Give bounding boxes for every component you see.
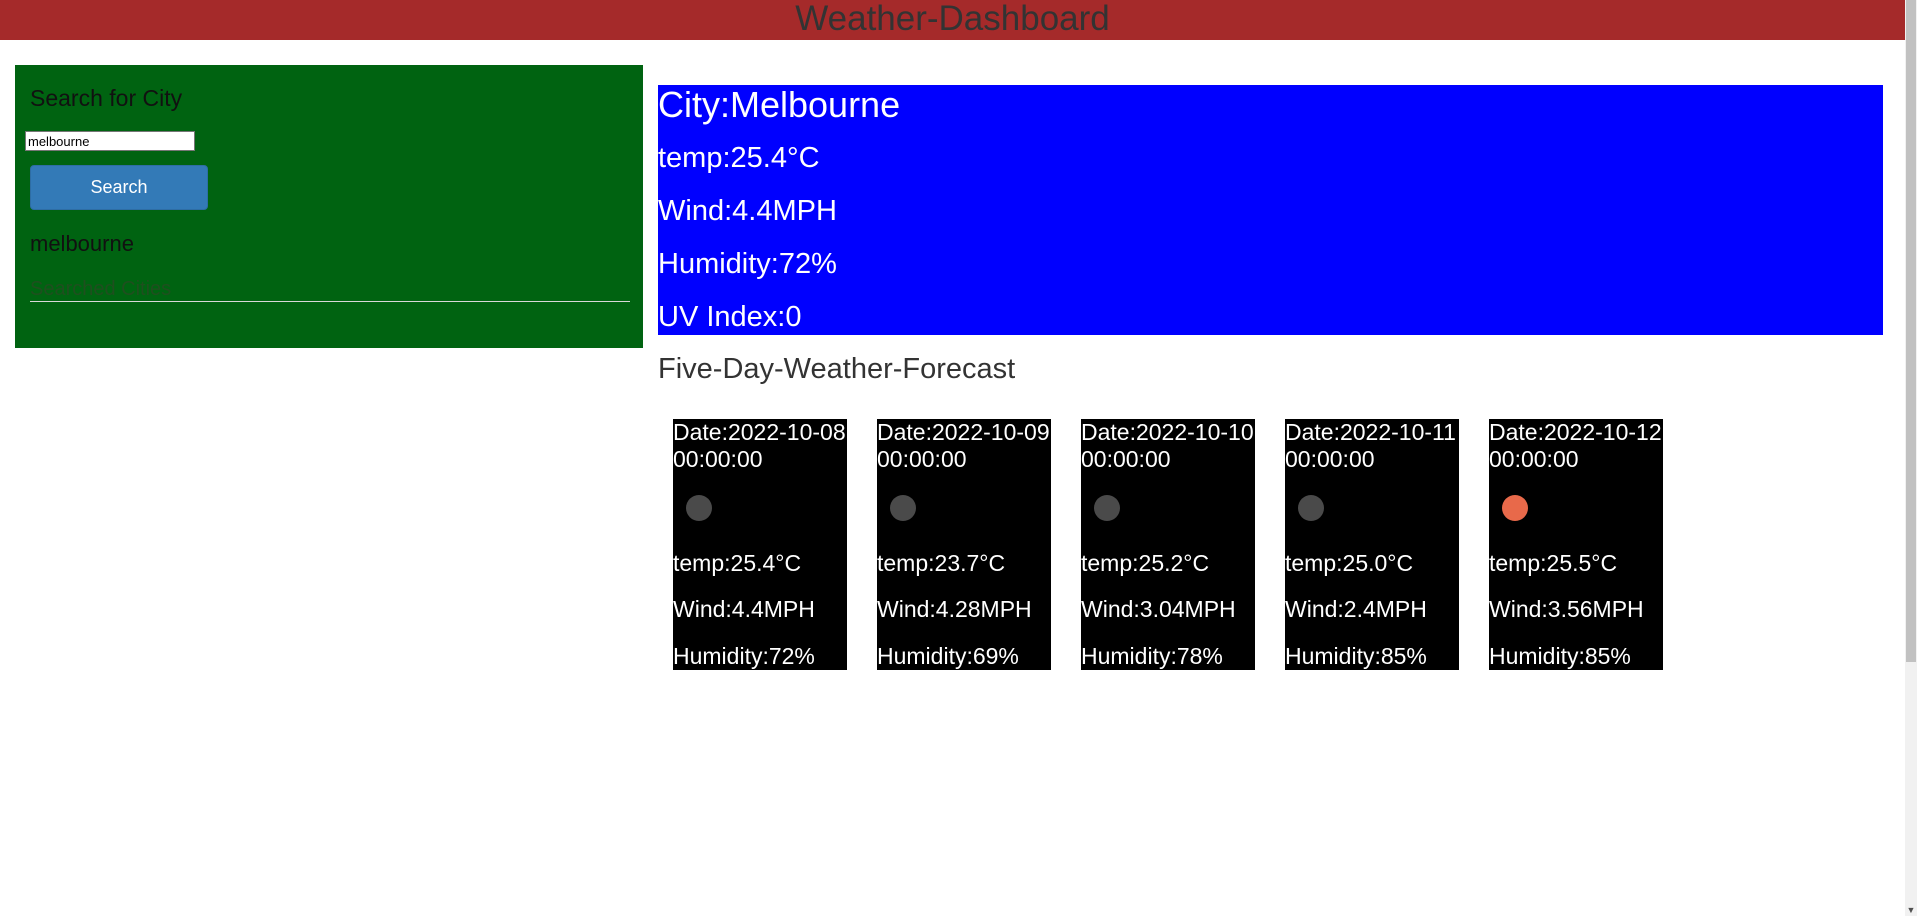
search-panel: Search for City Search melbourne Searche… — [15, 65, 643, 348]
forecast-date: Date:2022-10-12 00:00:00 — [1489, 419, 1662, 472]
forecast-humidity: Humidity:69% — [877, 643, 1019, 669]
forecast-humidity: Humidity:85% — [1285, 643, 1427, 669]
forecast-wind: Wind:3.04MPH — [1081, 596, 1236, 622]
forecast-temp: temp:25.4°C — [673, 550, 802, 576]
cloud-icon — [1298, 495, 1324, 521]
city-search-input[interactable] — [25, 131, 195, 151]
forecast-card: Date:2022-10-09 00:00:00 temp:23.7°C Win… — [877, 419, 1051, 670]
forecast-wind: Wind:4.4MPH — [673, 596, 815, 622]
forecast-card: Date:2022-10-08 00:00:00 temp:25.4°C Win… — [673, 419, 847, 670]
forecast-temp: temp:25.2°C — [1081, 550, 1210, 576]
forecast-card: Date:2022-10-11 00:00:00 temp:25.0°C Win… — [1285, 419, 1459, 670]
forecast-temp: temp:23.7°C — [877, 550, 1006, 576]
scrollbar-thumb[interactable] — [1906, 0, 1916, 662]
vertical-scrollbar[interactable]: ▼ — [1905, 0, 1917, 916]
forecast-title: Five-Day-Weather-Forecast — [658, 353, 1016, 385]
app-header: Weather-Dashboard — [0, 0, 1905, 40]
searched-cities-field: Searched Cities — [30, 277, 630, 302]
forecast-card: Date:2022-10-12 00:00:00 temp:25.5°C Win… — [1489, 419, 1663, 670]
forecast-card: Date:2022-10-10 00:00:00 temp:25.2°C Win… — [1081, 419, 1255, 670]
page: Weather-Dashboard Search for City Search… — [0, 0, 1917, 916]
cloud-icon — [1094, 495, 1120, 521]
scroll-down-arrow-icon[interactable]: ▼ — [1905, 904, 1917, 916]
forecast-date: Date:2022-10-10 00:00:00 — [1081, 419, 1254, 472]
cloud-icon — [686, 495, 712, 521]
forecast-date: Date:2022-10-11 00:00:00 — [1285, 419, 1456, 472]
forecast-date: Date:2022-10-09 00:00:00 — [877, 419, 1050, 472]
app-title: Weather-Dashboard — [795, 0, 1110, 38]
forecast-humidity: Humidity:72% — [673, 643, 815, 669]
search-button[interactable]: Search — [30, 165, 208, 210]
history-item-melbourne[interactable]: melbourne — [30, 231, 134, 257]
forecast-humidity: Humidity:85% — [1489, 643, 1631, 669]
forecast-wind: Wind:4.28MPH — [877, 596, 1032, 622]
current-weather-panel: City:Melbourne temp:25.4°C Wind:4.4MPH H… — [658, 85, 1883, 335]
current-city: City:Melbourne — [658, 84, 901, 125]
forecast-humidity: Humidity:78% — [1081, 643, 1223, 669]
current-uv-index: UV Index:0 — [658, 301, 802, 333]
forecast-temp: temp:25.0°C — [1285, 550, 1414, 576]
forecast-temp: temp:25.5°C — [1489, 550, 1618, 576]
current-humidity: Humidity:72% — [658, 248, 837, 280]
forecast-wind: Wind:2.4MPH — [1285, 596, 1427, 622]
sun-icon — [1502, 495, 1528, 521]
forecast-date: Date:2022-10-08 00:00:00 — [673, 419, 846, 472]
search-title: Search for City — [30, 85, 183, 111]
current-temp: temp:25.4°C — [658, 142, 820, 174]
forecast-wind: Wind:3.56MPH — [1489, 596, 1644, 622]
cloud-icon — [890, 495, 916, 521]
current-wind: Wind:4.4MPH — [658, 195, 837, 227]
